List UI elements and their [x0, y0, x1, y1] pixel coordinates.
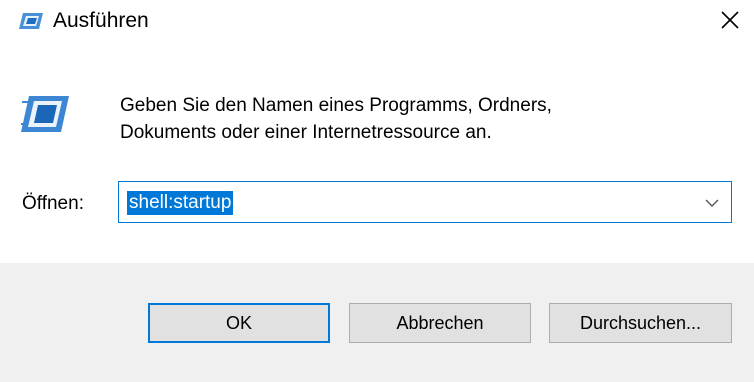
- open-input[interactable]: shell:startup: [127, 191, 234, 215]
- browse-button[interactable]: Durchsuchen...: [549, 303, 732, 343]
- close-button[interactable]: [706, 0, 754, 44]
- cancel-button[interactable]: Abbrechen: [349, 303, 531, 343]
- run-icon: [18, 12, 44, 30]
- window-title: Ausführen: [53, 9, 149, 32]
- chevron-down-icon[interactable]: [705, 196, 719, 208]
- close-icon: [720, 10, 740, 35]
- open-combobox[interactable]: shell:startup: [118, 181, 732, 223]
- description-line: Geben Sie den Namen eines Programms, Ord…: [120, 95, 552, 116]
- run-icon: [20, 94, 70, 134]
- dialog-description: Geben Sie den Namen eines Programms, Ord…: [120, 92, 552, 146]
- description-line: Dokuments oder einer Internetressource a…: [120, 122, 492, 143]
- ok-button[interactable]: OK: [148, 303, 330, 343]
- title-bar: Ausführen: [0, 0, 754, 44]
- open-label: Öffnen:: [22, 193, 84, 214]
